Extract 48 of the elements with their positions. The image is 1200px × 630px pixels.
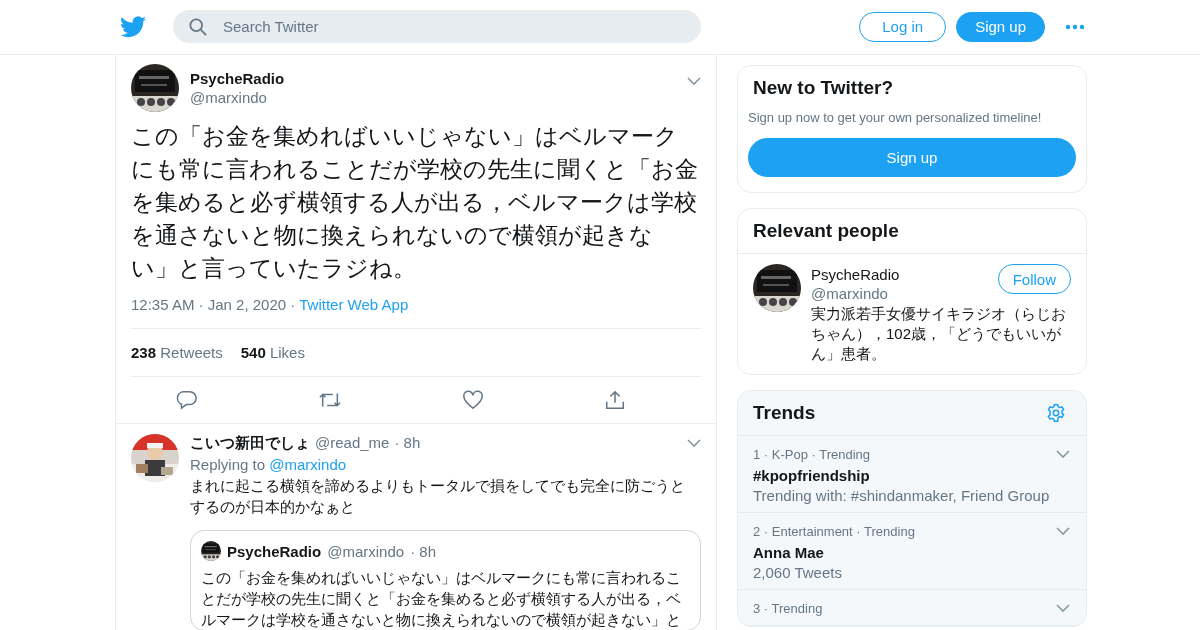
chevron-down-icon[interactable] xyxy=(1056,604,1070,613)
quoted-author-name: PsycheRadio xyxy=(227,542,322,560)
trend-meta: 1 · K-Pop · Trending xyxy=(753,447,871,462)
tweet-timestamp: 12:35 AM · Jan 2, 2020 · xyxy=(131,296,296,313)
chevron-down-icon[interactable] xyxy=(1056,450,1070,459)
card-title: New to Twitter? xyxy=(752,76,895,100)
quoted-tweet-text: この「お金を集めればいいじゃない」はベルマークにも常に言われることだが学校の先生に聞くと「お金を集めると必ず横領する人が出る，ベルマークは学校を通さないと物に換えられないので横領が起きない」と xyxy=(201,568,682,630)
signup-prompt: Sign up now to get your own personalized timeline! xyxy=(748,110,1043,125)
trend-name[interactable]: Anna Mae xyxy=(753,544,1071,561)
person-handle[interactable]: @marxindo xyxy=(811,285,900,302)
author-name[interactable]: PsycheRadio xyxy=(190,70,676,87)
card-title: Trends xyxy=(752,401,817,425)
reply-icon[interactable] xyxy=(176,389,198,411)
person-name[interactable]: PsycheRadio xyxy=(811,266,900,283)
trend-meta: 2 · Entertainment · Trending xyxy=(753,524,915,539)
chevron-down-icon[interactable] xyxy=(687,439,701,448)
source-link[interactable]: Twitter Web App xyxy=(299,296,409,313)
trend-detail: 2,060 Tweets xyxy=(753,564,843,581)
reply-author-handle[interactable]: @read_me xyxy=(315,434,390,451)
share-icon[interactable] xyxy=(604,389,626,411)
more-icon[interactable] xyxy=(1065,23,1085,30)
search-field[interactable]: Search Twitter xyxy=(173,10,701,43)
trend-detail: Trending with: #shindanmaker, Friend Group xyxy=(753,487,1051,504)
settings-icon[interactable] xyxy=(1046,403,1066,423)
reply-text: まれに起こる横領を諦めるよりもトータルで損をしてでも完全に防ごうとするのが日本的かなぁと xyxy=(190,476,686,517)
stat-count[interactable]: 238 Retweets xyxy=(131,344,223,361)
chevron-down-icon[interactable] xyxy=(1056,527,1070,536)
quoted-author-handle: @marxindo xyxy=(327,542,405,560)
author-handle[interactable]: @marxindo xyxy=(190,89,676,106)
reply-author-name[interactable]: こいつ新田でしょ xyxy=(190,434,310,453)
person-bio: 実力派若手女優サイキラジオ（らじおちゃん），102歳，「どうでもいいがん」患者。 xyxy=(811,304,1067,364)
login-button[interactable]: Log in xyxy=(859,11,947,42)
trend-name[interactable]: #kpopfriendship xyxy=(753,467,1071,484)
signup-button[interactable]: Sign up xyxy=(748,138,1076,177)
tweet-text: この「お金を集めればいいじゃない」はベルマークにも常に言われることだが学校の先生に聞くと「お金を集めると必ず横領する人が出る，ベルマークは学校を通さないと物に換えられないので横領が起きない」と言っていたラジね。 xyxy=(131,122,698,283)
quoted-tweet-card[interactable]: PsycheRadio @marxindo · 8h この「お金を集めればいいじゃない」はベルマークにも常に言われることだが学校の先生に聞くと「お金を集めると必ず横領する人が出る，ベルマークは学校を通さないと物に換えられないので横領が起きない」と xyxy=(190,530,701,630)
card-title: Relevant people xyxy=(738,209,1086,254)
quoted-time: · 8h xyxy=(410,542,436,560)
replying-to-label: Replying to xyxy=(190,456,266,473)
chevron-down-icon[interactable] xyxy=(687,77,701,86)
trend-meta: 3 · Trending xyxy=(753,601,823,616)
mention-link[interactable]: @marxindo xyxy=(269,456,347,473)
reply-time: · 8h xyxy=(394,434,421,451)
follow-button[interactable]: Follow xyxy=(997,264,1071,294)
bird-logo-icon[interactable] xyxy=(120,15,146,38)
heart-icon[interactable] xyxy=(462,389,484,411)
signup-button[interactable]: Sign up xyxy=(956,11,1045,42)
stat-count[interactable]: 540 Likes xyxy=(240,344,305,361)
